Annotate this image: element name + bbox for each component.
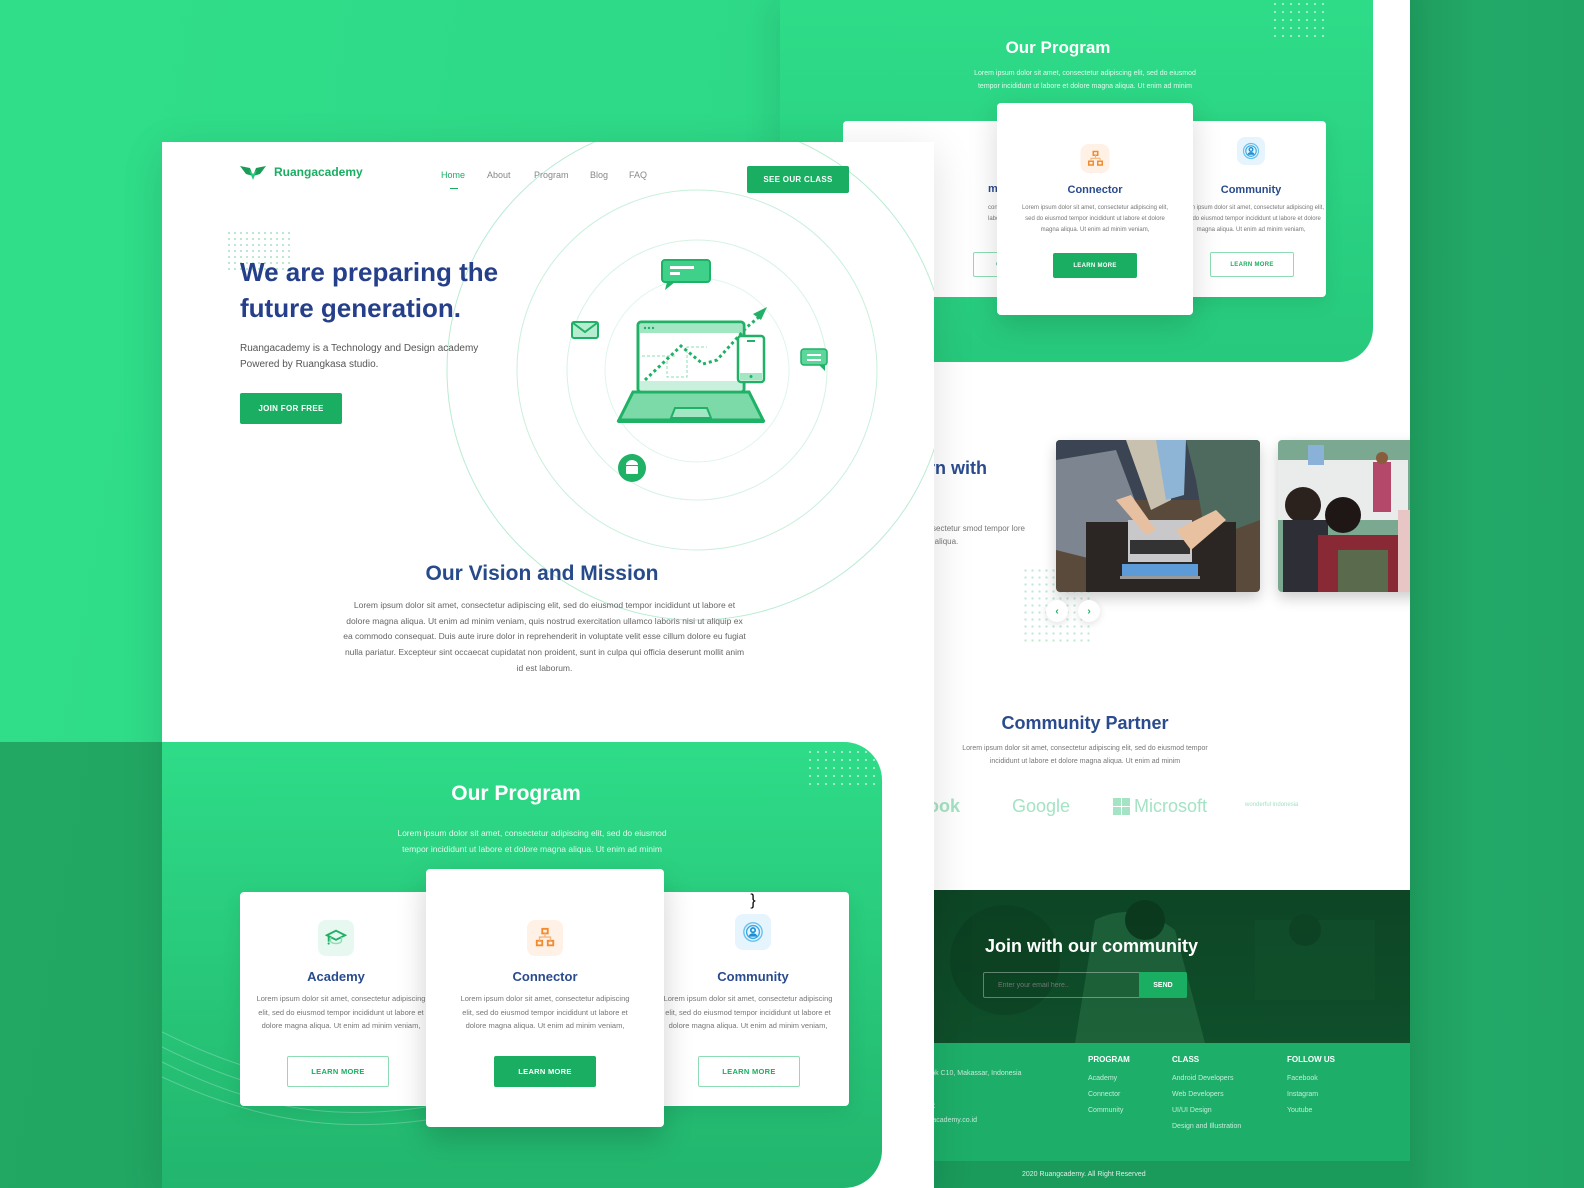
brand-logo[interactable]: Ruangacademy bbox=[240, 164, 363, 180]
see-our-class-button[interactable]: SEE OUR CLASS bbox=[747, 166, 849, 193]
card-title: Community bbox=[1220, 184, 1282, 196]
card-title: Connector bbox=[512, 969, 578, 984]
vision-mission-text: Lorem ipsum dolor sit amet, consectetur … bbox=[343, 600, 746, 673]
mail-icon bbox=[571, 321, 599, 339]
laptop-growth-illustration bbox=[571, 259, 828, 482]
dot-pattern bbox=[1271, 0, 1329, 40]
android-icon bbox=[618, 454, 646, 482]
brand-name: Ruangacademy bbox=[274, 165, 363, 179]
card-text: Lorem ipsum dolor sit amet, consectetur … bbox=[460, 994, 630, 1030]
community-partner-title: Community Partner bbox=[1001, 713, 1169, 733]
footer-link[interactable]: UI/UI Design bbox=[1172, 1107, 1212, 1114]
learn-more-button[interactable]: LEARN MORE bbox=[698, 1056, 800, 1087]
main-page-mockup: Ruangacademy Home About Program Blog FAQ… bbox=[162, 142, 934, 1188]
card-text: Lorem ipsum dolor sit amet, consectetur … bbox=[256, 994, 426, 1030]
footer-column-title: CLASS bbox=[1172, 1055, 1200, 1064]
nav-home[interactable]: Home bbox=[441, 170, 465, 180]
card-title: Community bbox=[717, 969, 789, 984]
nav-blog[interactable]: Blog bbox=[590, 170, 608, 180]
message-icon bbox=[800, 348, 828, 371]
learn-more-button[interactable]: LEARN MORE bbox=[494, 1056, 596, 1087]
footer-link[interactable]: Academy bbox=[1088, 1075, 1117, 1082]
partner-logo-google: Google bbox=[1012, 796, 1071, 816]
carousel-photo-laptop[interactable] bbox=[1056, 440, 1260, 592]
network-icon bbox=[527, 920, 563, 956]
footer-link[interactable]: Connector bbox=[1088, 1091, 1120, 1098]
footer-link[interactable]: Community bbox=[1088, 1107, 1123, 1114]
learn-more-button[interactable]: LEARN MORE bbox=[287, 1056, 389, 1087]
email-input[interactable] bbox=[983, 972, 1140, 998]
send-button[interactable]: SEND bbox=[1139, 972, 1187, 998]
nav-active-indicator bbox=[450, 188, 458, 189]
program-section: Our Program Lorem ipsum dolor sit amet, … bbox=[162, 742, 882, 1188]
footer-link[interactable]: Web Developers bbox=[1172, 1091, 1224, 1098]
card-text: Lorem ipsum dolor sit amet, consectetur … bbox=[1177, 205, 1325, 233]
smartphone-icon bbox=[736, 334, 766, 384]
footer-address: Blok C10, Makassar, Indonesia bbox=[925, 1070, 1022, 1077]
footer: Blok C10, Makassar, Indonesia S : saacad… bbox=[925, 1043, 1410, 1161]
broadcast-user-icon bbox=[1237, 137, 1265, 165]
footer-link[interactable]: Youtube bbox=[1287, 1107, 1312, 1114]
program-card-connector: Connector Lorem ipsum dolor sit amet, co… bbox=[426, 869, 664, 1127]
join-for-free-button[interactable]: JOIN FOR FREE bbox=[240, 393, 342, 424]
program-card-community: Community Lorem ipsum dolor sit amet, co… bbox=[657, 892, 849, 1106]
hero-subtitle: Ruangacademy is a Technology and Design … bbox=[240, 343, 479, 370]
footer-column-title: FOLLOW US bbox=[1287, 1055, 1335, 1064]
program-subtitle-secondary: Lorem ipsum dolor sit amet, consectetur … bbox=[974, 70, 1196, 90]
community-partner-text: Lorem ipsum dolor sit amet, consectetur … bbox=[962, 745, 1208, 765]
program-card-academy: Academy Lorem ipsum dolor sit amet, cons… bbox=[240, 892, 432, 1106]
nav-about[interactable]: About bbox=[487, 170, 511, 180]
chat-bubble-icon bbox=[661, 259, 711, 290]
card-text: Lorem ipsum dolor sit amet, consectetur … bbox=[663, 994, 833, 1030]
graduation-cap-icon bbox=[318, 920, 354, 956]
join-community-section: Join with our community SEND bbox=[925, 890, 1410, 1043]
learn-more-button[interactable]: LEARN MORE bbox=[1210, 252, 1294, 277]
partner-logo-text: Microsoft bbox=[1134, 796, 1208, 816]
background-right bbox=[1410, 0, 1584, 1188]
nav-faq[interactable]: FAQ bbox=[629, 170, 647, 180]
card-title: Academy bbox=[307, 969, 365, 984]
footer-column-title: PROGRAM bbox=[1088, 1055, 1130, 1064]
vision-mission-title: Our Vision and Mission bbox=[425, 562, 659, 585]
learn-more-button[interactable]: LEARN MORE bbox=[1053, 253, 1137, 278]
network-icon bbox=[1080, 144, 1110, 173]
card-title: Connector bbox=[1067, 184, 1123, 196]
program-title-secondary: Our Program bbox=[1005, 38, 1111, 57]
program-title: Our Program bbox=[451, 782, 581, 805]
program-subtitle: Lorem ipsum dolor sit amet, consectetur … bbox=[397, 828, 667, 854]
footer-bottom-bar: 2020 Ruangcademy. All Right Reserved bbox=[925, 1161, 1410, 1188]
program-card-community-secondary: Community Lorem ipsum dolor sit amet, co… bbox=[1176, 121, 1326, 297]
card-text: Lorem ipsum dolor sit amet, consectetur … bbox=[1021, 205, 1169, 233]
nav-program[interactable]: Program bbox=[534, 170, 569, 180]
hero-title: We are preparing the future generation. bbox=[240, 257, 499, 323]
microsoft-windows-icon bbox=[1113, 798, 1130, 815]
broadcast-user-icon bbox=[735, 914, 771, 950]
footer-link[interactable]: Design and Illustration bbox=[1172, 1123, 1241, 1130]
book-wing-logo-icon bbox=[240, 166, 266, 180]
carousel-prev-button[interactable]: ‹ bbox=[1046, 600, 1068, 622]
join-community-title: Join with our community bbox=[985, 936, 1199, 956]
partner-logo-microsoft: Microsoft bbox=[1113, 796, 1207, 817]
footer-link[interactable]: Instagram bbox=[1287, 1091, 1318, 1098]
carousel-photo-classroom[interactable] bbox=[1278, 440, 1410, 592]
program-card-connector-secondary: Connector Lorem ipsum dolor sit amet, co… bbox=[997, 103, 1193, 315]
carousel-next-button[interactable]: › bbox=[1078, 600, 1100, 622]
footer-link[interactable]: Android Developers bbox=[1172, 1075, 1233, 1082]
footer-link[interactable]: Facebook bbox=[1287, 1075, 1318, 1082]
copyright-text: 2020 Ruangcademy. All Right Reserved bbox=[1022, 1171, 1146, 1178]
partner-logo-wonderful-indonesia: wonderful indonesia bbox=[1245, 802, 1299, 808]
